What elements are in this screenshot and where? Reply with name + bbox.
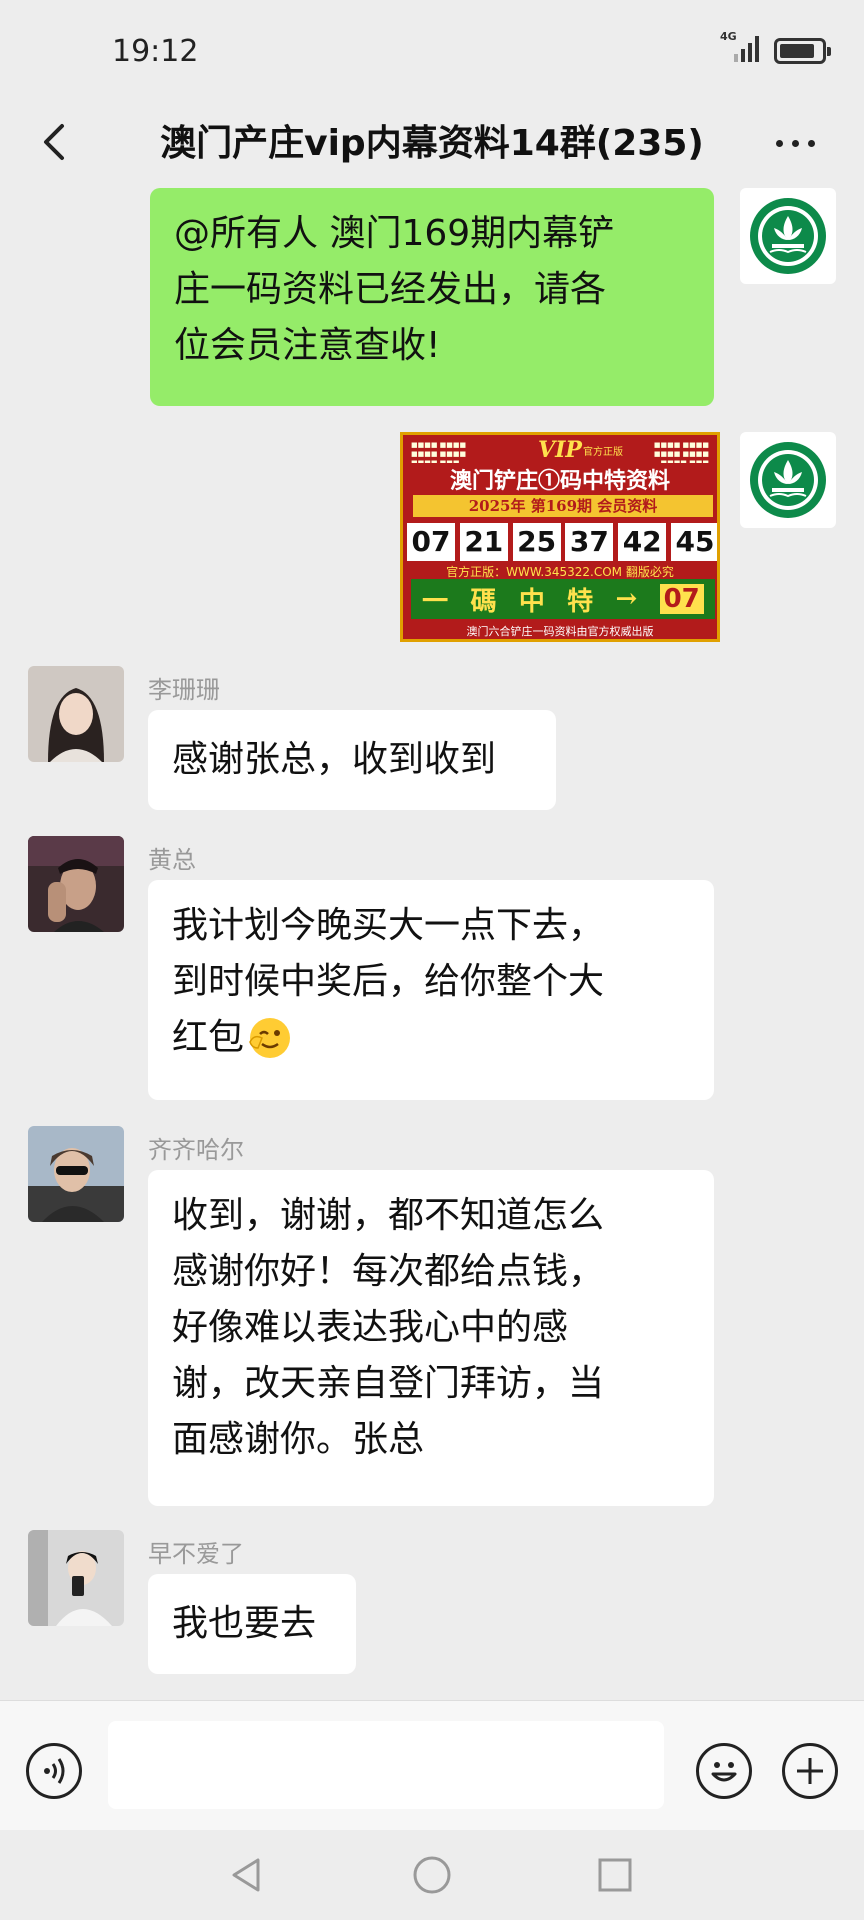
poster-special-number: 07 [659, 584, 704, 614]
nav-recents-button[interactable] [592, 1852, 638, 1898]
avatar-qiqihaer[interactable] [28, 1126, 124, 1222]
poster-number: 07 [407, 523, 455, 561]
poster-special-char: 特 [567, 586, 594, 617]
message-line: 感谢张总，收到收到 [172, 739, 497, 780]
input-bar [0, 1700, 864, 1830]
avatar-huang-zong[interactable] [28, 836, 124, 932]
message-line: 谢，改天亲自登门拜访，当 [172, 1363, 605, 1404]
avatar-zao-bu-ai-le[interactable] [28, 1530, 124, 1626]
message-line: 面感谢你。张总 [172, 1419, 425, 1460]
sender-name: 齐齐哈尔 [148, 1136, 244, 1164]
wink-emoji-icon [249, 1018, 291, 1058]
poster-number: 25 [512, 523, 561, 561]
poster-number: 45 [670, 523, 717, 561]
message-line: 到时候中奖后，给你整个大 [172, 961, 605, 1002]
square-recents-icon [598, 1858, 632, 1892]
poster-number: 42 [618, 523, 667, 561]
emoji-button[interactable] [696, 1743, 752, 1799]
poster-vip: VIP [538, 437, 582, 463]
poster-special-char: 一 [422, 586, 449, 617]
signal-icon: 4G [720, 30, 762, 66]
avatar-self[interactable] [740, 188, 836, 284]
chevron-left-icon [44, 124, 64, 160]
more-functions-button[interactable] [782, 1743, 838, 1799]
poster-official-label: 官方正版 [583, 447, 623, 458]
poster-special-row: 一 碼 中 特 → 07 [411, 579, 715, 619]
avatar-self[interactable] [740, 432, 836, 528]
message-bubble-other[interactable]: 感谢张总，收到收到 [148, 710, 556, 810]
message-bubble-self[interactable]: @所有人 澳门169期内幕铲 庄一码资料已经发出，请各 位会员注意查收! [150, 188, 714, 406]
poster-year-bar: 2025年 第169期 会员资料 [413, 495, 713, 517]
message-bubble-other[interactable]: 我也要去 [148, 1574, 356, 1674]
message-line: 我计划今晚买大一点下去， [172, 905, 605, 946]
system-nav-bar [0, 1830, 864, 1920]
poster-number: 21 [459, 523, 508, 561]
poster-special-char: → [615, 584, 638, 614]
message-line: @所有人 澳门169期内幕铲 [174, 213, 615, 254]
message-line: 红包 [172, 1017, 245, 1058]
voice-button[interactable] [26, 1743, 82, 1799]
chat-header: 澳门产庄vip内幕资料14群(235) [0, 100, 864, 184]
message-bubble-other[interactable]: 收到，谢谢，都不知道怎么 感谢你好！每次都给点钱， 好像难以表达我心中的感 谢，… [148, 1170, 714, 1506]
message-line: 位会员注意查收! [174, 325, 441, 366]
poster-numbers: 07 21 25 37 42 45 [407, 523, 717, 561]
message-line: 庄一码资料已经发出，请各 [174, 269, 607, 310]
plus-icon [797, 1758, 823, 1784]
macau-emblem-icon [750, 442, 826, 518]
person-photo-icon [28, 1530, 124, 1626]
triangle-back-icon [232, 1858, 260, 1892]
battery-icon [774, 38, 831, 64]
nav-back-button[interactable] [224, 1852, 270, 1898]
message-line: 感谢你好！每次都给点钱， [172, 1251, 605, 1292]
poster-site: 官方正版：WWW.345322.COM 翻版必究 [446, 565, 674, 579]
back-button[interactable] [26, 112, 86, 172]
poster-special-char: 中 [518, 586, 545, 617]
sender-name: 李珊珊 [148, 676, 220, 704]
message-line: 我也要去 [172, 1603, 317, 1644]
person-photo-icon [28, 666, 124, 762]
smiley-icon [711, 1762, 737, 1782]
message-input[interactable] [108, 1721, 664, 1809]
poster-headline: 澳门铲庄①码中特资料 [403, 463, 717, 495]
avatar-li-shanshan[interactable] [28, 666, 124, 762]
message-bubble-other[interactable]: 我计划今晚买大一点下去， 到时候中奖后，给你整个大 红包 [148, 880, 714, 1100]
poster-footer: 澳门六合铲庄一码资料由官方权威出版 [466, 625, 654, 638]
person-photo-icon [28, 1126, 124, 1222]
nav-home-button[interactable] [409, 1852, 455, 1898]
chat-title: 澳门产庄vip内幕资料14群(235) [160, 123, 704, 164]
voice-icon [44, 1758, 65, 1784]
more-options-button[interactable] [766, 112, 826, 172]
macau-emblem-icon [750, 198, 826, 274]
status-time: 19:12 [112, 34, 199, 69]
poster-special-char: 碼 [470, 586, 497, 617]
message-line: 收到，谢谢，都不知道怎么 [172, 1195, 605, 1236]
sender-name: 早不爱了 [148, 1540, 244, 1568]
lottery-poster-image[interactable]: ■■■■ ■■■■■■■■ ■■■■■■■■ ■■■ ■■■■ ■■■■■■■■… [400, 432, 720, 642]
poster-number: 37 [565, 523, 614, 561]
message-line: 好像难以表达我心中的感 [172, 1307, 569, 1348]
person-photo-icon [28, 836, 124, 932]
sender-name: 黄总 [148, 846, 196, 874]
circle-home-icon [413, 1856, 451, 1894]
status-bar: 19:12 4G [0, 0, 864, 100]
